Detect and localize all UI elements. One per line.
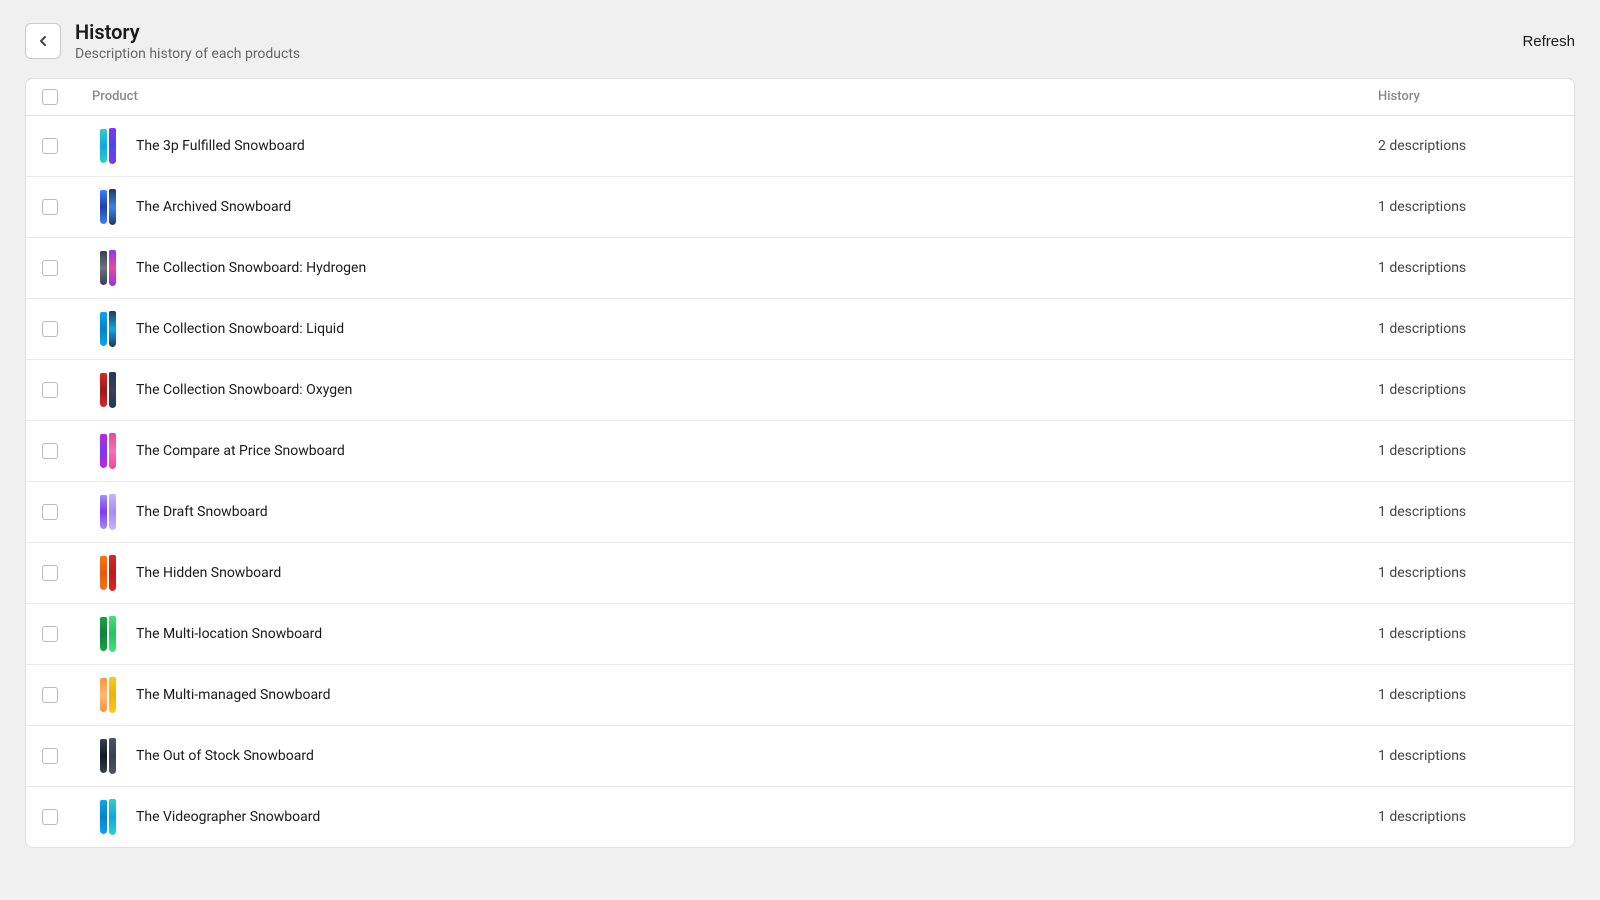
product-cell: The Videographer Snowboard [92, 797, 1378, 837]
table-row: The Videographer Snowboard 1 description… [26, 787, 1574, 847]
history-cell: 1 descriptions [1378, 748, 1558, 764]
table-header: Product History [26, 79, 1574, 116]
history-cell: 1 descriptions [1378, 809, 1558, 825]
row-checkbox-cell [42, 321, 92, 337]
product-name: The Collection Snowboard: Oxygen [136, 382, 352, 398]
row-checkbox[interactable] [42, 382, 58, 398]
history-cell: 1 descriptions [1378, 321, 1558, 337]
row-checkbox[interactable] [42, 260, 58, 276]
row-checkbox-cell [42, 443, 92, 459]
product-name: The Archived Snowboard [136, 199, 291, 215]
product-name: The Out of Stock Snowboard [136, 748, 314, 764]
product-image [92, 675, 124, 715]
title-block: History Description history of each prod… [75, 20, 300, 62]
row-checkbox[interactable] [42, 138, 58, 154]
row-checkbox-cell [42, 809, 92, 825]
product-name: The Compare at Price Snowboard [136, 443, 345, 459]
row-checkbox[interactable] [42, 199, 58, 215]
product-cell: The Compare at Price Snowboard [92, 431, 1378, 471]
history-cell: 1 descriptions [1378, 382, 1558, 398]
product-image [92, 370, 124, 410]
product-cell: The Out of Stock Snowboard [92, 736, 1378, 776]
product-cell: The Collection Snowboard: Hydrogen [92, 248, 1378, 288]
table-row: The Archived Snowboard 1 descriptions [26, 177, 1574, 238]
product-name: The Multi-managed Snowboard [136, 687, 331, 703]
product-image [92, 248, 124, 288]
page-title: History [75, 20, 300, 44]
table-row: The Hidden Snowboard 1 descriptions [26, 543, 1574, 604]
table-row: The Multi-location Snowboard 1 descripti… [26, 604, 1574, 665]
product-cell: The Archived Snowboard [92, 187, 1378, 227]
product-image [92, 492, 124, 532]
product-name: The Collection Snowboard: Liquid [136, 321, 344, 337]
product-image [92, 797, 124, 837]
row-checkbox-cell [42, 687, 92, 703]
product-column-header: Product [92, 89, 1378, 105]
row-checkbox-cell [42, 748, 92, 764]
page-subtitle: Description history of each products [75, 46, 300, 62]
row-checkbox[interactable] [42, 443, 58, 459]
table-row: The Collection Snowboard: Hydrogen 1 des… [26, 238, 1574, 299]
back-button[interactable] [25, 23, 61, 59]
product-name: The Collection Snowboard: Hydrogen [136, 260, 366, 276]
row-checkbox[interactable] [42, 321, 58, 337]
row-checkbox-cell [42, 565, 92, 581]
product-cell: The Multi-managed Snowboard [92, 675, 1378, 715]
row-checkbox[interactable] [42, 809, 58, 825]
table-row: The 3p Fulfilled Snowboard 2 description… [26, 116, 1574, 177]
row-checkbox-cell [42, 382, 92, 398]
back-arrow-icon [35, 33, 51, 49]
table-row: The Compare at Price Snowboard 1 descrip… [26, 421, 1574, 482]
product-table: Product History The 3p Fulfilled Snowboa… [25, 78, 1575, 848]
product-image [92, 309, 124, 349]
product-cell: The Hidden Snowboard [92, 553, 1378, 593]
select-all-checkbox[interactable] [42, 89, 58, 105]
product-name: The 3p Fulfilled Snowboard [136, 138, 305, 154]
row-checkbox[interactable] [42, 504, 58, 520]
product-image [92, 431, 124, 471]
header-left: History Description history of each prod… [25, 20, 300, 62]
history-cell: 1 descriptions [1378, 199, 1558, 215]
row-checkbox-cell [42, 260, 92, 276]
table-row: The Collection Snowboard: Oxygen 1 descr… [26, 360, 1574, 421]
row-checkbox-cell [42, 138, 92, 154]
row-checkbox[interactable] [42, 626, 58, 642]
product-cell: The Draft Snowboard [92, 492, 1378, 532]
table-row: The Draft Snowboard 1 descriptions [26, 482, 1574, 543]
product-image [92, 553, 124, 593]
product-name: The Draft Snowboard [136, 504, 268, 520]
history-cell: 1 descriptions [1378, 504, 1558, 520]
header-checkbox-cell [42, 89, 92, 105]
row-checkbox-cell [42, 199, 92, 215]
table-row: The Collection Snowboard: Liquid 1 descr… [26, 299, 1574, 360]
page-container: History Description history of each prod… [25, 20, 1575, 848]
history-cell: 2 descriptions [1378, 138, 1558, 154]
refresh-button[interactable]: Refresh [1522, 33, 1575, 50]
table-row: The Multi-managed Snowboard 1 descriptio… [26, 665, 1574, 726]
history-cell: 1 descriptions [1378, 565, 1558, 581]
history-cell: 1 descriptions [1378, 687, 1558, 703]
product-name: The Videographer Snowboard [136, 809, 320, 825]
history-column-header: History [1378, 89, 1558, 105]
row-checkbox[interactable] [42, 748, 58, 764]
row-checkbox-cell [42, 504, 92, 520]
product-name: The Hidden Snowboard [136, 565, 281, 581]
row-checkbox[interactable] [42, 565, 58, 581]
product-cell: The Collection Snowboard: Oxygen [92, 370, 1378, 410]
product-cell: The 3p Fulfilled Snowboard [92, 126, 1378, 166]
table-row: The Out of Stock Snowboard 1 description… [26, 726, 1574, 787]
row-checkbox[interactable] [42, 687, 58, 703]
product-cell: The Collection Snowboard: Liquid [92, 309, 1378, 349]
product-image [92, 614, 124, 654]
product-image [92, 126, 124, 166]
history-cell: 1 descriptions [1378, 443, 1558, 459]
product-image [92, 187, 124, 227]
row-checkbox-cell [42, 626, 92, 642]
history-cell: 1 descriptions [1378, 260, 1558, 276]
history-cell: 1 descriptions [1378, 626, 1558, 642]
page-header: History Description history of each prod… [25, 20, 1575, 62]
product-image [92, 736, 124, 776]
product-cell: The Multi-location Snowboard [92, 614, 1378, 654]
product-name: The Multi-location Snowboard [136, 626, 322, 642]
